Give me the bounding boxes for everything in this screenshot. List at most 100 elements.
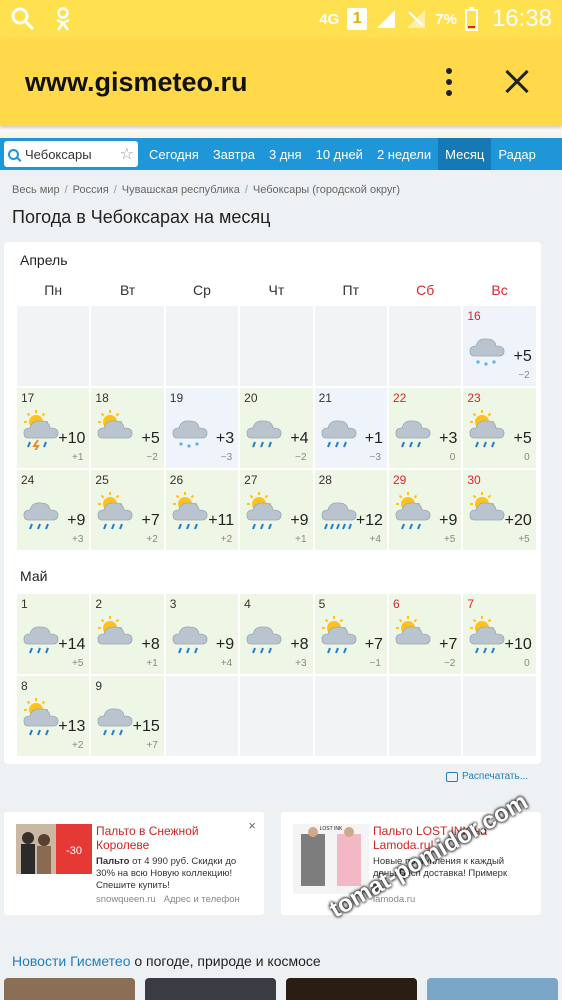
calendar-day-cell[interactable]: 8 +13 +2 xyxy=(17,676,90,756)
temp-high: +15 xyxy=(132,718,160,735)
temp-high: +11 xyxy=(208,512,235,529)
temp-high: +4 xyxy=(290,430,309,447)
page-title: Погода в Чебоксарах на месяц xyxy=(12,207,271,227)
temp-low: +2 xyxy=(146,534,158,545)
day-number: 27 xyxy=(244,473,258,487)
day-number: 9 xyxy=(95,679,103,693)
calendar-day-cell[interactable]: 1 +14 +5 xyxy=(17,594,90,674)
temp-high: +13 xyxy=(58,718,86,735)
nav-tab-month[interactable]: Месяц xyxy=(438,138,492,170)
breadcrumb-item[interactable]: Россия xyxy=(73,184,109,196)
news-link[interactable]: Новости Гисметео xyxy=(12,953,130,969)
weekday-label: Сб xyxy=(416,282,435,298)
cloud-snow-icon xyxy=(169,408,211,450)
calendar-cell-empty xyxy=(314,306,387,386)
more-menu-icon[interactable] xyxy=(429,62,469,102)
temp-low: 0 xyxy=(524,452,530,463)
temp-low: +3 xyxy=(295,658,307,669)
ad-domain: snowqueen.ru xyxy=(96,894,156,905)
close-icon[interactable] xyxy=(497,62,537,102)
month-calendar: Апрель Пн Вт Ср Чт Пт Сб Вс 16 +5 −2 17 +10 +… xyxy=(4,242,541,764)
sun-cloud-rain-icon xyxy=(318,614,360,656)
calendar-day-cell[interactable]: 30 +20 +5 xyxy=(463,470,536,550)
calendar-day-cell[interactable]: 23 +5 0 xyxy=(463,388,536,468)
temp-low: +2 xyxy=(71,740,84,751)
news-thumbnail[interactable] xyxy=(427,978,558,1000)
nav-tab-10-days[interactable]: 10 дней xyxy=(309,138,370,170)
print-link[interactable]: Распечатать... xyxy=(446,771,528,782)
breadcrumb-item[interactable]: Чувашская республика xyxy=(122,184,240,196)
day-number: 26 xyxy=(169,473,184,487)
calendar-day-cell[interactable]: 9 +15 +7 xyxy=(91,676,164,756)
calendar-cell-empty xyxy=(463,676,536,756)
day-number: 16 xyxy=(467,309,481,323)
temp-low: +4 xyxy=(220,658,233,669)
day-number: 1 xyxy=(21,597,28,611)
nav-tab-tomorrow[interactable]: Завтра xyxy=(206,138,262,170)
temp-low: 0 xyxy=(449,452,456,463)
sun-cloud-icon xyxy=(392,614,434,656)
calendar-day-cell[interactable]: 27 +9 +1 xyxy=(240,470,313,550)
ad-title[interactable]: Пальто в Снежной Королеве xyxy=(96,824,246,852)
cloud-rain-icon xyxy=(243,408,285,450)
calendar-cell-empty xyxy=(240,306,313,386)
calendar-day-cell[interactable]: 3 +9 +4 xyxy=(165,594,239,674)
breadcrumb-item[interactable]: Весь мир xyxy=(12,184,60,196)
calendar-day-cell[interactable]: 20 +4 −2 xyxy=(240,388,313,468)
calendar-day-cell[interactable]: 21 +1 −3 xyxy=(314,388,387,468)
calendar-day-cell[interactable]: 5 +7 −1 xyxy=(314,594,387,674)
news-thumbnail[interactable] xyxy=(145,978,276,1000)
temp-high: +9 xyxy=(439,512,458,529)
calendar-cell-empty xyxy=(17,306,90,386)
temp-high: +10 xyxy=(504,636,532,653)
ad-source[interactable]: snowqueen.ru Адрес и телефон xyxy=(96,894,240,905)
calendar-day-cell[interactable]: 29 +9 +5 xyxy=(388,470,462,550)
ad-address-link[interactable]: Адрес и телефон xyxy=(164,894,240,905)
calendar-day-cell[interactable]: 18 +5 −2 xyxy=(91,388,164,468)
temp-high: +20 xyxy=(504,512,532,529)
nav-tab-3-days[interactable]: 3 дня xyxy=(262,138,309,170)
breadcrumb-item[interactable]: Чебоксары (городской округ) xyxy=(253,184,400,196)
calendar-day-cell[interactable]: 17 +10 +1 xyxy=(17,388,90,468)
weekday-label: Ср xyxy=(193,282,211,298)
day-number: 17 xyxy=(21,391,35,405)
nav-tab-2-weeks[interactable]: 2 недели xyxy=(370,138,438,170)
temp-high: +9 xyxy=(215,636,235,653)
calendar-day-cell[interactable]: 26 +11 +2 xyxy=(165,470,239,550)
temp-high: +5 xyxy=(513,430,532,447)
calendar-day-cell[interactable]: 22 +3 0 xyxy=(388,388,462,468)
cloud-rain-icon xyxy=(169,614,211,656)
calendar-cell-empty xyxy=(388,676,462,756)
nav-tab-today[interactable]: Сегодня xyxy=(142,138,206,170)
day-number: 25 xyxy=(95,473,109,487)
calendar-day-cell[interactable]: 6 +7 −2 xyxy=(388,594,462,674)
star-icon[interactable]: ☆ xyxy=(120,144,134,164)
temp-low: −2 xyxy=(146,452,158,463)
clock: 16:38 xyxy=(491,5,552,32)
calendar-day-cell[interactable]: 24 +9 +3 xyxy=(17,470,90,550)
temp-high: +5 xyxy=(513,348,532,365)
news-thumbnail[interactable] xyxy=(4,978,135,1000)
calendar-day-cell[interactable]: 2 +8 +1 xyxy=(91,594,164,674)
temp-low: +5 xyxy=(518,534,530,545)
temp-low: +1 xyxy=(146,658,158,669)
temp-low: 0 xyxy=(524,658,530,669)
ad-text: Пальто от 4 990 руб. Скидки до 30% на вс… xyxy=(96,856,246,892)
calendar-day-cell[interactable]: 28 +12 +4 xyxy=(314,470,387,550)
news-thumbnail[interactable] xyxy=(286,978,417,1000)
printer-icon xyxy=(446,771,458,782)
calendar-day-cell[interactable]: 16 +5 −2 xyxy=(463,306,536,386)
day-number: 7 xyxy=(467,597,475,611)
calendar-day-cell[interactable]: 4 +8 +3 xyxy=(240,594,313,674)
calendar-day-cell[interactable]: 25 +7 +2 xyxy=(91,470,164,550)
calendar-day-cell[interactable]: 7 +10 0 xyxy=(463,594,536,674)
url-text[interactable]: www.gismeteo.ru xyxy=(25,67,248,98)
ad-card[interactable]: -30 Пальто в Снежной Королеве Пальто от … xyxy=(4,812,264,915)
close-ad-icon[interactable]: × xyxy=(248,818,256,833)
calendar-day-cell[interactable]: 19 +3 −3 xyxy=(165,388,239,468)
temp-low: +7 xyxy=(146,740,158,751)
calendar-grid-may: 1 +14 +5 2 +8 +1 3 +9 +4 4 +8 +3 5 +7 −1 6 +7 −2 7 +10 0 8 +13… xyxy=(16,593,537,757)
cloud-rain-icon xyxy=(243,614,285,656)
nav-tab-radar[interactable]: Радар xyxy=(491,138,543,170)
city-search-input[interactable]: Чебоксары ☆ xyxy=(4,141,138,167)
